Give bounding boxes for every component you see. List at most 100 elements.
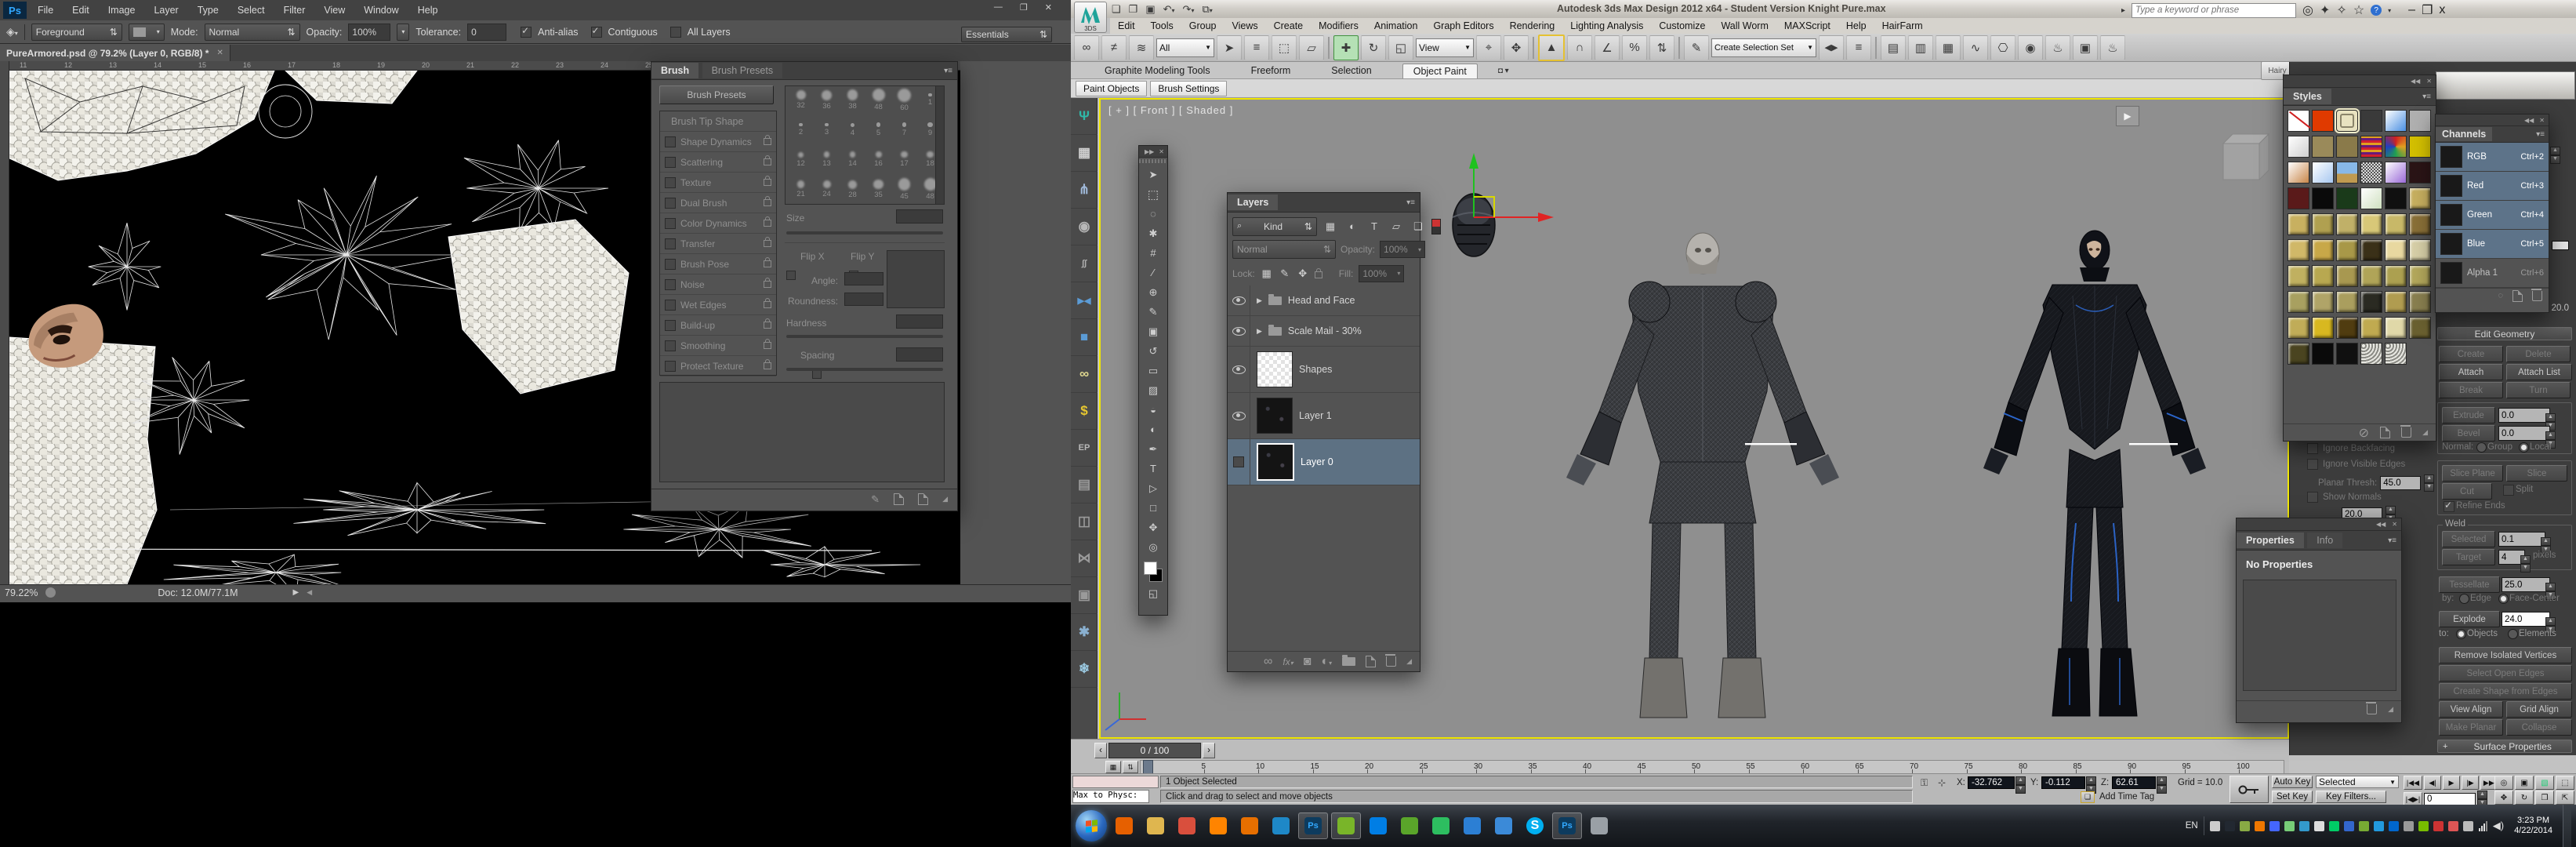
bevel-button[interactable]: Bevel	[2442, 425, 2495, 442]
close-panel-icon[interactable]: ✕	[2539, 117, 2545, 124]
foreground-background-swatches[interactable]	[1144, 562, 1163, 582]
style-swatch-23[interactable]	[2385, 187, 2407, 209]
anti-alias-checkbox[interactable]	[521, 27, 532, 38]
selection-lock-icon[interactable]: ⚿	[1921, 777, 1928, 789]
eye-icon[interactable]	[1232, 412, 1246, 420]
style-swatch-24[interactable]	[2409, 187, 2431, 209]
brush-setting-scattering[interactable]: Scattering	[660, 152, 776, 173]
tab-brush[interactable]: Brush	[651, 63, 698, 78]
style-swatch-8[interactable]	[2312, 136, 2334, 158]
curve-editor-icon[interactable]: ∿	[1963, 35, 1988, 60]
tray-icon-18[interactable]	[2463, 821, 2473, 831]
grid-align-button[interactable]: Grid Align	[2506, 701, 2572, 718]
align-icon[interactable]: ≡	[1846, 35, 1871, 60]
spinner[interactable]: ▲▼	[2520, 550, 2531, 573]
timeline-ruler[interactable]: 0510152025303540455055606570758085909510…	[1140, 760, 2284, 774]
style-swatch-2[interactable]	[2312, 110, 2334, 132]
tessellate-field[interactable]: 25.0	[2502, 577, 2550, 592]
set-key-button[interactable]: Set Key	[2272, 791, 2313, 803]
max-menu-item-customize[interactable]: Customize	[1651, 19, 1713, 33]
ribbon-subtab-paint-objects[interactable]: Paint Objects	[1076, 81, 1147, 96]
left-toolbar-mirror-tool-icon[interactable]: ▶◀	[1071, 282, 1098, 319]
style-swatch-52[interactable]	[2360, 317, 2382, 339]
load-selection-icon[interactable]: ◌	[2498, 291, 2503, 300]
add-time-tag-icon[interactable]: ❏	[2081, 791, 2095, 803]
style-swatch-14[interactable]	[2312, 162, 2334, 184]
brush-setting-dual-brush[interactable]: Dual Brush	[660, 193, 776, 213]
max-menu-item-group[interactable]: Group	[1181, 19, 1225, 33]
set-keys-button[interactable]	[2230, 776, 2269, 803]
break-button[interactable]: Break	[2439, 382, 2503, 398]
filter-toggle-icon[interactable]	[1431, 219, 1441, 234]
gradient-tool-icon[interactable]: ▨	[1141, 380, 1165, 400]
project-workspace-icon[interactable]: ⧉▾	[1202, 3, 1212, 16]
document-tab[interactable]: PureArmored.psd @ 79.2% (Layer 0, RGB/8)…	[0, 45, 230, 61]
style-swatch-21[interactable]	[2336, 187, 2358, 209]
tray-icon-17[interactable]	[2448, 821, 2458, 831]
refine-ends-checkbox[interactable]	[2444, 501, 2454, 512]
tab-close-icon[interactable]: ✕	[216, 49, 223, 57]
left-toolbar-modifier-d-icon[interactable]: ▣	[1071, 577, 1098, 614]
delete-icon[interactable]	[2367, 704, 2377, 714]
tessellate-edge-radio[interactable]	[2459, 594, 2469, 604]
max-menu-item-help[interactable]: Help	[1838, 19, 1874, 33]
style-swatch-15[interactable]	[2336, 162, 2358, 184]
select-open-edges-button[interactable]: Select Open Edges	[2439, 665, 2572, 682]
start-button[interactable]	[1076, 810, 1107, 842]
layer-fill-field[interactable]: 100%▾	[1359, 265, 1404, 282]
menu-item-select[interactable]: Select	[238, 5, 265, 16]
lock-icon[interactable]	[764, 138, 771, 145]
checkbox[interactable]	[665, 198, 676, 209]
timeline-next-icon[interactable]: ›	[1203, 743, 1215, 758]
absolute-mode-icon[interactable]: ⊹	[1938, 777, 1946, 788]
layer-opacity-field[interactable]: 100%▾	[1380, 241, 1425, 258]
style-swatch-54[interactable]	[2409, 317, 2431, 339]
next-frame-icon[interactable]: |▶	[2462, 776, 2479, 790]
brush-preset-12[interactable]: 12	[789, 147, 813, 176]
delete-button[interactable]: Delete	[2506, 346, 2571, 362]
taskbar-app-itunes[interactable]	[1458, 813, 1486, 838]
brush-preset-28[interactable]: 28	[840, 177, 865, 205]
max-app-button[interactable]: 3DS	[1074, 2, 1107, 33]
taskbar-app-steam[interactable]	[1585, 813, 1613, 838]
style-swatch-36[interactable]	[2409, 239, 2431, 261]
favorites-icon[interactable]: ☆	[2353, 2, 2364, 18]
new-style-icon[interactable]	[2380, 427, 2390, 438]
lock-icon[interactable]	[764, 240, 771, 247]
brush-preset-48[interactable]: 48	[866, 88, 891, 116]
lock-icon[interactable]	[764, 158, 771, 165]
tray-icon-2[interactable]	[2225, 821, 2235, 831]
layers-panel-menu-icon[interactable]: ▾≡	[1406, 198, 1420, 207]
style-swatch-51[interactable]	[2336, 317, 2358, 339]
collapse-panel-icon[interactable]: ▶▶	[1145, 148, 1154, 155]
brush-preset-7[interactable]: 7	[892, 118, 916, 146]
checkbox[interactable]	[665, 279, 676, 290]
left-toolbar-link-chain-icon[interactable]: ∞	[1071, 356, 1098, 393]
lock-icon[interactable]	[764, 342, 771, 349]
style-swatch-26[interactable]	[2312, 213, 2334, 235]
brush-preset-21[interactable]: 21	[789, 177, 813, 205]
selection-filter-dropdown[interactable]: All▼	[1156, 38, 1214, 57]
tab-info[interactable]: Info	[2307, 533, 2342, 548]
new-brush-icon[interactable]	[918, 493, 928, 505]
max-menu-item-create[interactable]: Create	[1266, 19, 1312, 33]
style-swatch-49[interactable]	[2288, 317, 2309, 339]
style-swatch-13[interactable]	[2288, 162, 2309, 184]
pan-view-icon[interactable]: ✥	[2494, 791, 2513, 805]
texture-protect-icon[interactable]	[894, 493, 904, 505]
visibility-toggle[interactable]	[1228, 316, 1250, 346]
empty-visibility-box[interactable]	[1233, 456, 1244, 467]
style-swatch-58[interactable]	[2360, 343, 2382, 365]
open-file-icon[interactable]: ❐	[1129, 3, 1138, 16]
max-menu-item-rendering[interactable]: Rendering	[1502, 19, 1563, 33]
split-checkbox[interactable]	[2503, 485, 2514, 496]
style-swatch-27[interactable]	[2336, 213, 2358, 235]
max-menu-item-lighting-analysis[interactable]: Lighting Analysis	[1562, 19, 1651, 33]
timeline-icon-time-config[interactable]: ⇅	[1123, 761, 1138, 773]
opacity-dropdown-icon[interactable]: ▾	[397, 24, 409, 41]
infocenter-search-input[interactable]	[2132, 3, 2296, 18]
window-crossing-icon[interactable]: ▱	[1299, 35, 1324, 60]
mirror-icon[interactable]: ◀▶	[1819, 35, 1844, 60]
brush-setting-protect-texture[interactable]: Protect Texture	[660, 356, 776, 376]
style-swatch-11[interactable]	[2385, 136, 2407, 158]
